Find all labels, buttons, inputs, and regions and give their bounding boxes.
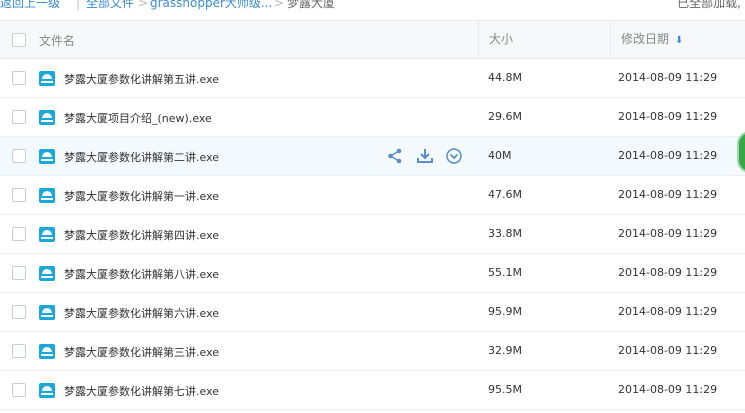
exe-file-icon (39, 227, 55, 242)
file-date: 2014-08-09 11:29 (618, 188, 718, 201)
file-size: 29.6M (488, 110, 522, 123)
file-size: 47.6M (488, 188, 522, 201)
current-folder: 梦露大厦 (287, 0, 336, 10)
exe-file-icon (39, 344, 55, 359)
all-files-link[interactable]: 全部文件 (86, 0, 134, 12)
row-checkbox[interactable] (12, 266, 26, 280)
file-date: 2014-08-09 11:29 (618, 305, 718, 318)
file-size: 40M (488, 149, 512, 162)
file-name[interactable]: 梦露大厦参数化讲解第一讲.exe (64, 188, 219, 204)
file-list: 梦露大厦参数化讲解第五讲.exe 44.8M 2014-08-09 11:29 … (0, 59, 745, 410)
table-row[interactable]: 梦露大厦参数化讲解第四讲.exe 33.8M 2014-08-09 11:29 (0, 215, 745, 254)
exe-file-icon (39, 266, 55, 281)
share-icon[interactable] (386, 147, 404, 165)
row-checkbox[interactable] (12, 149, 26, 163)
sort-down-icon[interactable]: ⬇ (675, 22, 683, 59)
file-name[interactable]: 梦露大厦参数化讲解第六讲.exe (64, 305, 219, 321)
table-row[interactable]: 梦露大厦参数化讲解第六讲.exe 95.9M 2014-08-09 11:29 (0, 293, 745, 332)
file-list-page: 返回上一级 | 全部文件 > grasshopper大师级... > 梦露大厦 … (0, 0, 745, 413)
row-checkbox[interactable] (12, 344, 26, 358)
breadcrumb: 返回上一级 | 全部文件 > grasshopper大师级... > 梦露大厦 … (0, 0, 745, 12)
file-size: 95.9M (488, 305, 522, 318)
file-date: 2014-08-09 11:29 (618, 344, 718, 357)
breadcrumb-separator: > (274, 0, 285, 10)
file-size: 33.8M (488, 227, 522, 240)
row-checkbox[interactable] (12, 227, 26, 241)
column-header-size-label: 大小 (489, 32, 514, 46)
download-icon[interactable] (416, 147, 434, 165)
column-header-name[interactable]: 文件名 (39, 32, 75, 49)
row-checkbox[interactable] (12, 305, 26, 319)
table-row[interactable]: 梦露大厦参数化讲解第二讲.exe 40M 2014-08-09 11:29 (0, 137, 745, 176)
file-date: 2014-08-09 11:29 (618, 149, 718, 162)
row-checkbox[interactable] (12, 110, 26, 124)
file-date: 2014-08-09 11:29 (618, 266, 718, 279)
file-size: 55.1M (488, 266, 522, 279)
file-date: 2014-08-09 11:29 (618, 227, 718, 240)
row-checkbox[interactable] (12, 188, 26, 202)
file-name[interactable]: 梦露大厦项目介绍_(new).exe (64, 110, 212, 126)
exe-file-icon (39, 71, 55, 86)
file-name[interactable]: 梦露大厦参数化讲解第四讲.exe (64, 227, 219, 243)
table-row[interactable]: 梦露大厦参数化讲解第五讲.exe 44.8M 2014-08-09 11:29 (0, 59, 745, 98)
row-checkbox[interactable] (12, 383, 26, 397)
table-row[interactable]: 梦露大厦项目介绍_(new).exe 29.6M 2014-08-09 11:2… (0, 98, 745, 137)
exe-file-icon (39, 305, 55, 320)
exe-file-icon (39, 110, 55, 125)
more-icon[interactable] (445, 147, 463, 165)
file-name[interactable]: 梦露大厦参数化讲解第七讲.exe (64, 383, 219, 399)
folder-link[interactable]: grasshopper大师级... (150, 0, 272, 12)
file-date: 2014-08-09 11:29 (618, 110, 718, 123)
breadcrumb-separator: | (76, 0, 81, 10)
exe-file-icon (39, 188, 55, 203)
table-row[interactable]: 梦露大厦参数化讲解第三讲.exe 32.9M 2014-08-09 11:29 (0, 332, 745, 371)
load-status: 已全部加载, (677, 0, 741, 10)
file-date: 2014-08-09 11:29 (618, 383, 718, 396)
table-row[interactable]: 梦露大厦参数化讲解第七讲.exe 95.5M 2014-08-09 11:29 (0, 371, 745, 410)
file-name[interactable]: 梦露大厦参数化讲解第三讲.exe (64, 344, 219, 360)
select-all-checkbox[interactable] (12, 33, 26, 47)
file-name[interactable]: 梦露大厦参数化讲解第五讲.exe (64, 71, 219, 87)
row-checkbox[interactable] (12, 71, 26, 85)
file-size: 32.9M (488, 344, 522, 357)
exe-file-icon (39, 383, 55, 398)
floating-assistant-button[interactable] (737, 131, 745, 173)
file-size: 95.5M (488, 383, 522, 396)
column-header-size[interactable]: 大小 (478, 21, 609, 58)
list-header: 文件名 大小 修改日期 ⬇ (0, 20, 745, 59)
file-name[interactable]: 梦露大厦参数化讲解第二讲.exe (64, 149, 219, 165)
file-name[interactable]: 梦露大厦参数化讲解第八讲.exe (64, 266, 219, 282)
file-size: 44.8M (488, 71, 522, 84)
exe-file-icon (39, 149, 55, 164)
table-row[interactable]: 梦露大厦参数化讲解第八讲.exe 55.1M 2014-08-09 11:29 (0, 254, 745, 293)
column-header-date[interactable]: 修改日期 ⬇ (610, 21, 745, 58)
table-row[interactable]: 梦露大厦参数化讲解第一讲.exe 47.6M 2014-08-09 11:29 (0, 176, 745, 215)
breadcrumb-separator: > (138, 0, 149, 10)
column-header-date-label: 修改日期 (621, 32, 670, 46)
file-date: 2014-08-09 11:29 (618, 71, 718, 84)
back-link[interactable]: 返回上一级 (0, 0, 60, 12)
